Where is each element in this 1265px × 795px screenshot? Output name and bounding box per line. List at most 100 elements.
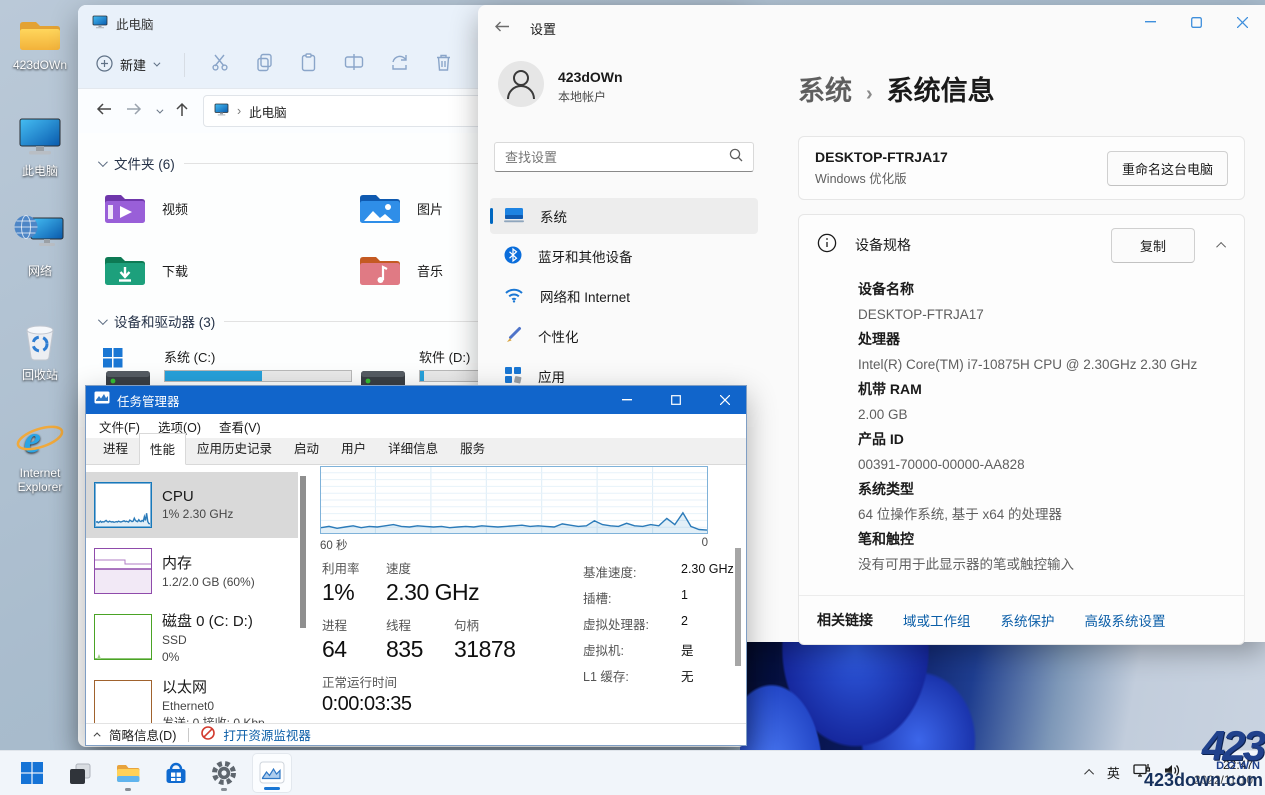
delete-button[interactable] — [435, 53, 452, 77]
tab-startup[interactable]: 启动 — [283, 432, 330, 464]
stat-label: 正常运行时间 — [322, 672, 412, 691]
chevron-up-icon[interactable] — [1216, 241, 1226, 251]
graph-axis-labels: 60 秒 0 — [320, 537, 708, 553]
network-tray-icon[interactable] — [1133, 762, 1151, 783]
sidebar-scrollbar[interactable] — [300, 476, 306, 628]
tab-services[interactable]: 服务 — [449, 432, 496, 464]
stat-label: 基准速度: — [583, 562, 681, 581]
spec-label: 机带 RAM — [858, 377, 1228, 402]
settings-search-box[interactable] — [494, 142, 754, 172]
maximize-button[interactable] — [1173, 5, 1219, 39]
open-resource-monitor-link[interactable]: 打开资源监视器 — [223, 725, 311, 744]
stat-label: 线程 — [386, 615, 454, 634]
sidebar-item-personalization[interactable]: 个性化 — [490, 318, 758, 354]
sidebar-item-title: CPU — [162, 488, 233, 505]
tab-processes[interactable]: 进程 — [92, 432, 139, 464]
link-domain-workgroup[interactable]: 域或工作组 — [903, 610, 971, 630]
sidebar-item-cpu[interactable]: CPU 1% 2.30 GHz — [86, 472, 298, 538]
user-profile[interactable]: 423dOWn 本地帐户 — [490, 61, 758, 112]
rename-button[interactable] — [344, 53, 364, 76]
folder-tile-videos[interactable]: 视频 — [102, 189, 357, 227]
maximize-button[interactable] — [655, 386, 697, 414]
sidebar-item-sub: 1% 2.30 GHz — [162, 507, 233, 522]
taskbar-task-manager[interactable] — [252, 753, 292, 793]
task-manager-titlebar[interactable]: 任务管理器 — [86, 386, 746, 414]
desktop: 423dOWn 此电脑 网络 回收站 e Internet Exp — [0, 0, 1265, 795]
close-button[interactable] — [1219, 5, 1265, 39]
link-advanced-system-settings[interactable]: 高级系统设置 — [1085, 610, 1166, 630]
tab-performance[interactable]: 性能 — [139, 433, 186, 465]
desktop-icon-label: 此电脑 — [1, 162, 79, 179]
volume-tray-icon[interactable] — [1164, 763, 1181, 783]
sidebar-item-disk[interactable]: 磁盘 0 (C: D:) SSD 0% — [86, 604, 298, 670]
back-button[interactable] — [494, 20, 510, 36]
pane-scrollbar[interactable] — [735, 548, 741, 666]
forward-button[interactable] — [126, 102, 142, 120]
taskbar-store[interactable] — [156, 753, 196, 793]
axis-left-label: 60 秒 — [320, 537, 348, 553]
spec-card-header[interactable]: 设备规格 复制 — [799, 215, 1244, 275]
desktop-icon-423down[interactable]: 423dOWn — [1, 8, 79, 72]
minimize-button[interactable] — [1127, 5, 1173, 39]
tab-details[interactable]: 详细信息 — [377, 432, 449, 464]
sidebar-item-system[interactable]: 系统 — [490, 198, 758, 234]
history-chevron-icon[interactable] — [156, 106, 163, 113]
back-button[interactable] — [96, 102, 112, 120]
running-indicator — [221, 788, 227, 791]
internet-explorer-icon: e — [1, 416, 79, 462]
spec-label: 设备名称 — [858, 277, 1228, 302]
desktop-icon-label: 网络 — [1, 262, 79, 279]
search-icon — [729, 148, 743, 167]
desktop-icon-network[interactable]: 网络 — [1, 212, 79, 279]
summary-toggle[interactable]: 简略信息(D) — [109, 725, 176, 744]
memory-thumbnail-graph — [94, 548, 152, 594]
recycle-bin-icon — [1, 316, 79, 362]
start-button[interactable] — [12, 753, 52, 793]
chevron-up-icon — [94, 732, 101, 739]
related-links-row: 相关链接 域或工作组 系统保护 高级系统设置 — [799, 596, 1244, 644]
sidebar-item-bluetooth[interactable]: 蓝牙和其他设备 — [490, 238, 758, 274]
axis-right-label: 0 — [702, 537, 708, 553]
copy-button[interactable] — [256, 53, 274, 77]
copy-button[interactable]: 复制 — [1111, 228, 1195, 263]
sidebar-item-label: 个性化 — [538, 326, 579, 346]
folder-tile-downloads[interactable]: 下载 — [102, 251, 357, 289]
stat-value: 是 — [681, 640, 694, 659]
new-button[interactable]: 新建 — [96, 55, 158, 75]
task-manager-body: CPU 1% 2.30 GHz 内存 1.2/2.0 GB (60%) — [86, 466, 746, 723]
tab-users[interactable]: 用户 — [330, 432, 377, 464]
running-indicator — [125, 788, 131, 791]
file-explorer-icon — [115, 761, 141, 785]
link-system-protection[interactable]: 系统保护 — [1001, 610, 1055, 630]
minimize-button[interactable] — [606, 386, 648, 414]
tab-app-history[interactable]: 应用历史记录 — [186, 432, 283, 464]
tray-overflow-chevron[interactable] — [1084, 769, 1094, 779]
search-input[interactable] — [505, 150, 729, 165]
up-button[interactable] — [175, 102, 189, 121]
store-icon — [163, 760, 189, 786]
sidebar-item-memory[interactable]: 内存 1.2/2.0 GB (60%) — [86, 538, 298, 604]
taskbar-settings[interactable] — [204, 753, 244, 793]
desktop-icon-recycle-bin[interactable]: 回收站 — [1, 316, 79, 383]
desktop-icon-internet-explorer[interactable]: e Internet Explorer — [1, 416, 79, 494]
input-language-indicator[interactable]: 英 — [1107, 763, 1120, 782]
folders-header-label: 文件夹 (6) — [114, 153, 175, 173]
paste-button[interactable] — [300, 53, 318, 77]
sidebar-item-network[interactable]: 网络和 Internet — [490, 278, 758, 314]
device-name-card: DESKTOP-FTRJA17 Windows 优化版 重命名这台电脑 — [798, 136, 1245, 200]
close-button[interactable] — [704, 386, 746, 414]
spec-value: Intel(R) Core(TM) i7-10875H CPU @ 2.30GH… — [858, 352, 1228, 377]
desktop-icon-this-pc[interactable]: 此电脑 — [1, 112, 79, 179]
resource-monitor-icon — [201, 726, 215, 743]
task-view-button[interactable] — [60, 753, 100, 793]
uptime-value: 0:00:03:35 — [322, 693, 412, 716]
share-button[interactable] — [390, 53, 409, 76]
taskbar-file-explorer[interactable] — [108, 753, 148, 793]
plus-circle-icon — [96, 55, 113, 75]
rename-pc-button[interactable]: 重命名这台电脑 — [1107, 151, 1228, 186]
taskbar-clock[interactable]: 22:47 2022/11/10 — [1194, 758, 1253, 788]
breadcrumb-parent[interactable]: 系统 — [798, 69, 852, 108]
breadcrumb-location[interactable]: 此电脑 — [249, 102, 287, 121]
stat-value: 1% — [322, 579, 386, 606]
cut-button[interactable] — [211, 53, 230, 77]
